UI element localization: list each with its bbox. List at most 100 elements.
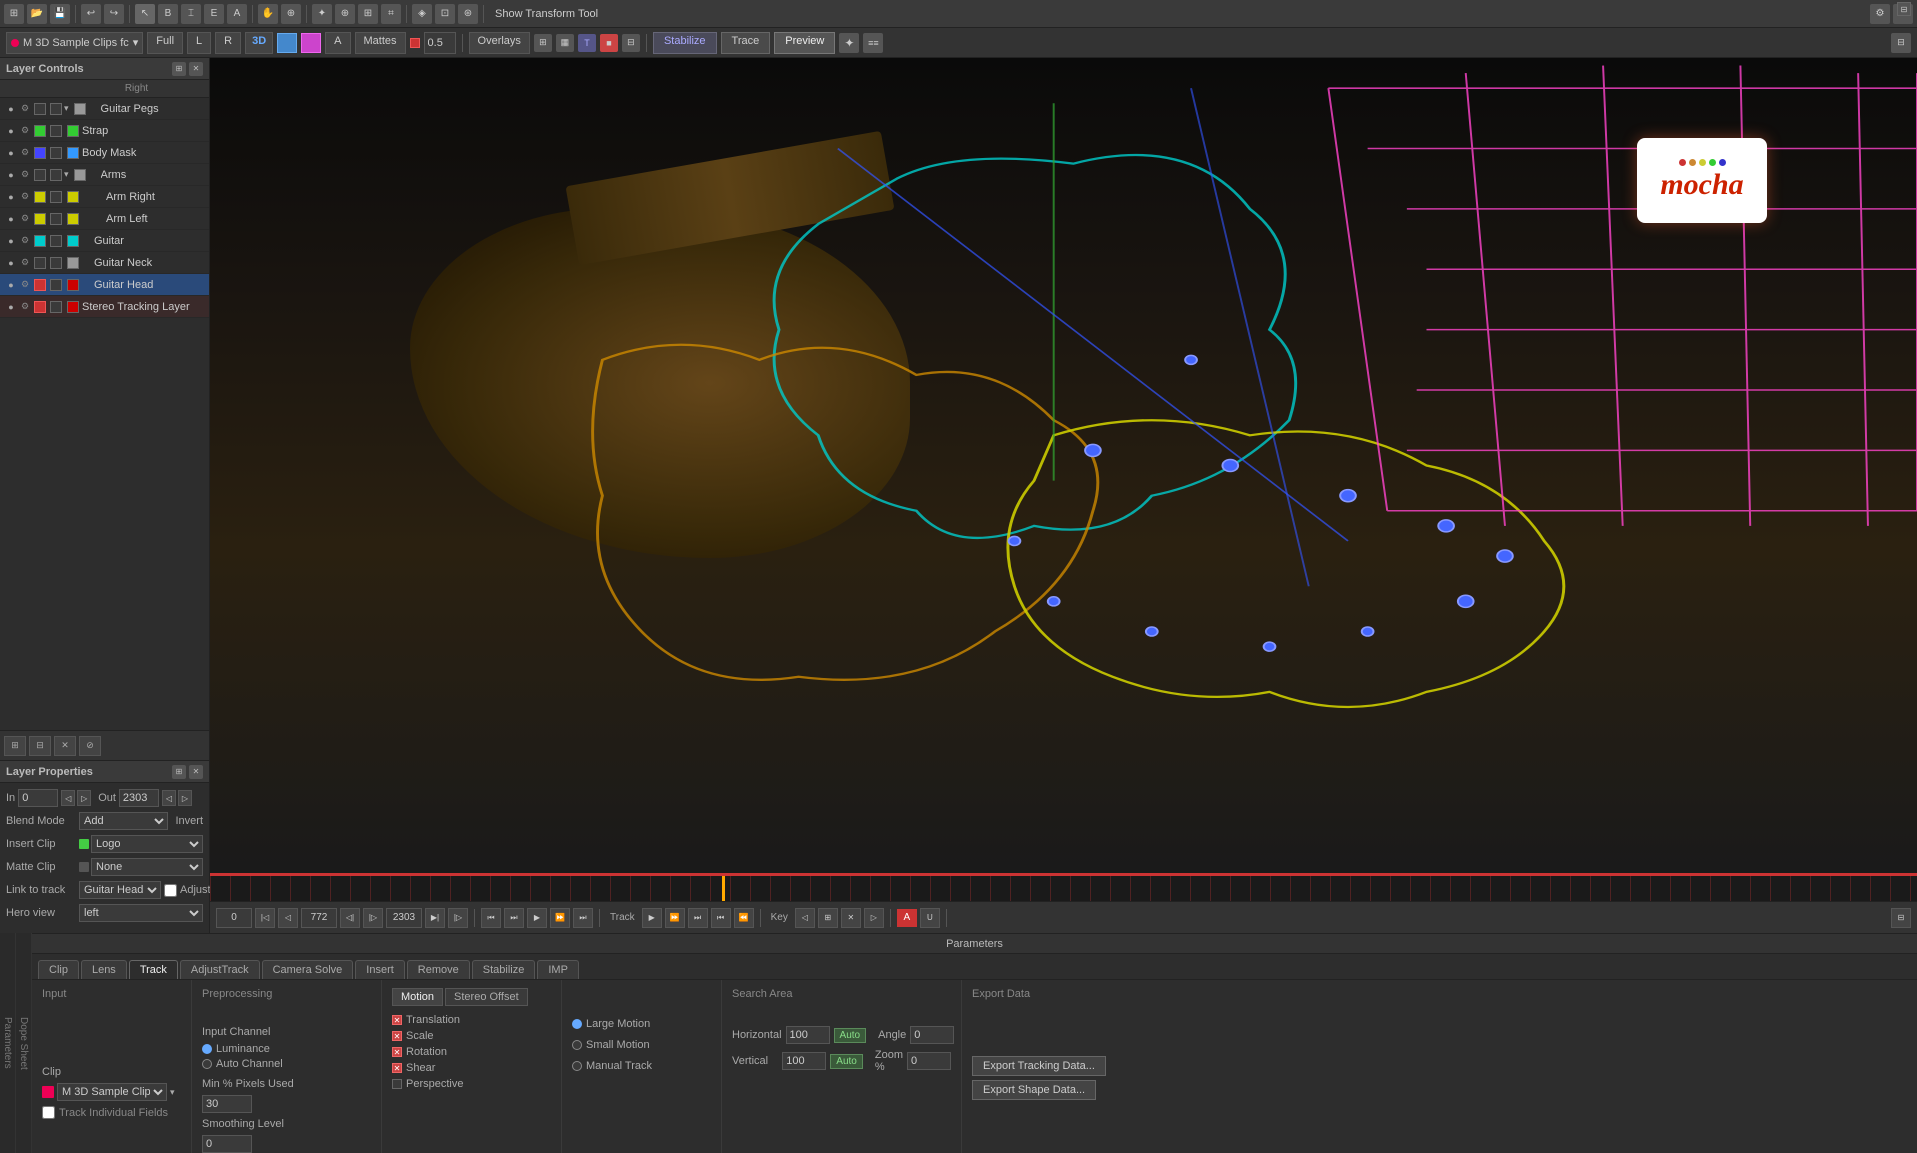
- layer-item-guitar-neck[interactable]: ● ⚙ Guitar Neck: [0, 252, 209, 274]
- smoothing-input[interactable]: [202, 1135, 252, 1153]
- cb-body-mask[interactable]: [34, 147, 46, 159]
- manual-track-radio[interactable]: Manual Track: [572, 1060, 711, 1072]
- small-motion-radio[interactable]: Small Motion: [572, 1039, 711, 1051]
- tab-imp[interactable]: IMP: [537, 960, 579, 979]
- layer-item-arms[interactable]: ● ⚙ ▾ Arms: [0, 164, 209, 186]
- eye-guitar-head[interactable]: ●: [4, 278, 18, 292]
- undo-icon[interactable]: ↩: [81, 4, 101, 24]
- panel-icon-1[interactable]: ⊞: [172, 62, 186, 76]
- view-full-btn[interactable]: Full: [147, 32, 183, 54]
- track-btn2[interactable]: ⏩: [665, 908, 685, 928]
- tab-adjust-track[interactable]: AdjustTrack: [180, 960, 260, 979]
- track-btn3[interactable]: ⏭: [688, 908, 708, 928]
- cb2-guitar-neck[interactable]: [50, 257, 62, 269]
- cog-arm-left[interactable]: ⚙: [18, 212, 32, 226]
- timeline-bar[interactable]: [210, 873, 1917, 901]
- in-btn-2[interactable]: ▷: [77, 790, 91, 806]
- preview-btn[interactable]: Preview: [774, 32, 835, 54]
- cog-stereo[interactable]: ⚙: [18, 300, 32, 314]
- go-to-end-btn[interactable]: ▶|: [425, 908, 445, 928]
- view-r-btn[interactable]: R: [215, 32, 241, 54]
- view-l-btn[interactable]: L: [187, 32, 211, 54]
- min-pixels-input[interactable]: [202, 1095, 252, 1113]
- settings-icon[interactable]: ⚙: [1870, 4, 1890, 24]
- panel-icon-2[interactable]: ✕: [189, 62, 203, 76]
- cb2-guitar-pegs[interactable]: [50, 103, 62, 115]
- i-tool[interactable]: ⌶: [181, 4, 201, 24]
- cb2-guitar[interactable]: [50, 235, 62, 247]
- layer-item-guitar[interactable]: ● ⚙ Guitar: [0, 230, 209, 252]
- zoom-tool[interactable]: ⊕: [281, 4, 301, 24]
- track-fwd-btn[interactable]: ▶: [642, 908, 662, 928]
- overlay-icon4[interactable]: ■: [600, 34, 618, 52]
- lp-hero-select[interactable]: left: [79, 904, 203, 922]
- lc-btn-1[interactable]: ⊞: [4, 736, 26, 756]
- lp-matte-select[interactable]: None: [91, 858, 203, 876]
- lp-insert-select[interactable]: Logo: [91, 835, 203, 853]
- perspective-cb-item[interactable]: Perspective: [392, 1078, 551, 1090]
- rotation-cb-item[interactable]: ✕ Rotation: [392, 1046, 551, 1058]
- cog-guitar-neck[interactable]: ⚙: [18, 256, 32, 270]
- tab-clip[interactable]: Clip: [38, 960, 79, 979]
- stabilize-btn[interactable]: Stabilize: [653, 32, 717, 54]
- next-keyframe-btn[interactable]: |▷: [448, 908, 468, 928]
- cb-strap[interactable]: [34, 125, 46, 137]
- transport-btn-u[interactable]: U: [920, 908, 940, 928]
- tab-camera-solve[interactable]: Camera Solve: [262, 960, 354, 979]
- cb-arm-left[interactable]: [34, 213, 46, 225]
- cross-tool[interactable]: ⊕: [335, 4, 355, 24]
- key-btn2[interactable]: ⊞: [818, 908, 838, 928]
- track-btn4[interactable]: ⏮: [711, 908, 731, 928]
- mattes-btn[interactable]: Mattes: [355, 32, 406, 54]
- vertical-input[interactable]: [782, 1052, 826, 1070]
- luminance-radio[interactable]: Luminance: [202, 1043, 371, 1055]
- play-rev-btn[interactable]: ⏮: [481, 908, 501, 928]
- hand-tool[interactable]: ✋: [258, 4, 278, 24]
- expand-guitar-pegs[interactable]: ▾: [64, 103, 69, 114]
- lp-icon-1[interactable]: ⊞: [172, 765, 186, 779]
- cb-arms[interactable]: [34, 169, 46, 181]
- large-motion-radio[interactable]: Large Motion: [572, 1018, 711, 1030]
- layer-item-arm-left[interactable]: ● ⚙ Arm Left: [0, 208, 209, 230]
- eye-guitar-pegs[interactable]: ●: [4, 102, 18, 116]
- key-btn1[interactable]: ◁: [795, 908, 815, 928]
- export-tracking-btn[interactable]: Export Tracking Data...: [972, 1056, 1106, 1076]
- clip-selector[interactable]: M 3D Sample Clips fc ▾: [6, 32, 143, 54]
- in-btn-1[interactable]: ◁: [61, 790, 75, 806]
- track-fields-cb[interactable]: [42, 1106, 55, 1119]
- matte-color[interactable]: [410, 38, 420, 48]
- key-btn3[interactable]: ✕: [841, 908, 861, 928]
- btn-a[interactable]: A: [325, 32, 350, 54]
- eye-arm-right[interactable]: ●: [4, 190, 18, 204]
- layer-item-arm-right[interactable]: ● ⚙ Arm Right: [0, 186, 209, 208]
- sun-icon[interactable]: ✦: [839, 33, 859, 53]
- matte-value-input[interactable]: [424, 32, 456, 54]
- play-fwd2-btn[interactable]: ⏩: [550, 908, 570, 928]
- overlay-icon3[interactable]: T: [578, 34, 596, 52]
- eye-stereo[interactable]: ●: [4, 300, 18, 314]
- e-tool[interactable]: E: [204, 4, 224, 24]
- plus-tool[interactable]: ✦: [312, 4, 332, 24]
- cb2-arm-left[interactable]: [50, 213, 62, 225]
- out-btn-1[interactable]: ◁: [162, 790, 176, 806]
- eye-arms[interactable]: ●: [4, 168, 18, 182]
- prev-keyframe-btn[interactable]: |◁: [255, 908, 275, 928]
- cb-stereo[interactable]: [34, 301, 46, 313]
- shear-cb[interactable]: ✕: [392, 1063, 402, 1073]
- angle-input[interactable]: [910, 1026, 954, 1044]
- clip-select-arrow[interactable]: ▾: [170, 1087, 175, 1098]
- record-btn[interactable]: A: [897, 909, 917, 927]
- eye-body-mask[interactable]: ●: [4, 146, 18, 160]
- cog-guitar-pegs[interactable]: ⚙: [18, 102, 32, 116]
- tab-lens[interactable]: Lens: [81, 960, 127, 979]
- playhead[interactable]: [722, 876, 725, 901]
- eye-guitar-neck[interactable]: ●: [4, 256, 18, 270]
- trace-btn[interactable]: Trace: [721, 32, 771, 54]
- merge-tool[interactable]: ⌗: [381, 4, 401, 24]
- horizontal-auto-btn[interactable]: Auto: [834, 1028, 867, 1043]
- layer-item-guitar-pegs[interactable]: ● ⚙ ▾ Guitar Pegs: [0, 98, 209, 120]
- lc-btn-3[interactable]: ✕: [54, 736, 76, 756]
- lp-blend-select[interactable]: Add: [79, 812, 168, 830]
- cb2-guitar-head[interactable]: [50, 279, 62, 291]
- transform-tool[interactable]: ⊡: [435, 4, 455, 24]
